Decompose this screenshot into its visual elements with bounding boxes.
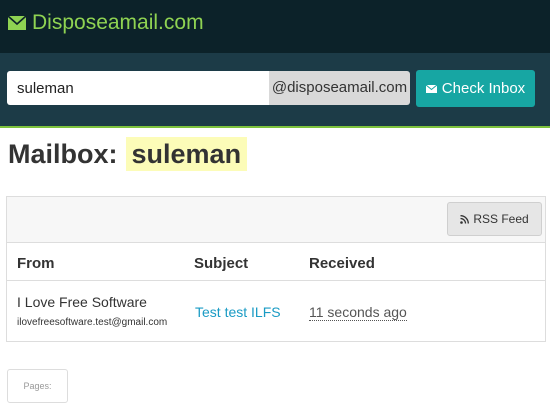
top-navbar: Disposeamail.com <box>0 0 550 53</box>
rss-feed-label: RSS Feed <box>473 212 529 226</box>
column-header-from: From <box>17 255 55 272</box>
inbox-panel: RSS Feed From Subject Received I Love Fr… <box>6 196 546 342</box>
column-header-received: Received <box>309 255 375 272</box>
page-title: Mailbox: suleman <box>8 136 248 172</box>
brand-name: Disposeamail.com <box>32 11 204 34</box>
rss-feed-button[interactable]: RSS Feed <box>447 202 542 236</box>
rss-icon <box>460 214 470 224</box>
column-header-subject: Subject <box>194 255 249 272</box>
check-inbox-label: Check Inbox <box>441 80 526 97</box>
pagination: Pages: <box>7 369 68 403</box>
domain-suffix: @disposeamail.com <box>269 71 410 105</box>
message-subject-link[interactable]: Test test ILFS <box>195 304 281 320</box>
envelope-icon <box>425 84 437 93</box>
check-inbox-button[interactable]: Check Inbox <box>416 70 535 107</box>
header-divider <box>7 280 545 281</box>
brand-link[interactable]: Disposeamail.com <box>8 10 204 36</box>
sender-name: I Love Free Software <box>17 294 147 310</box>
mailbox-title-prefix: Mailbox: <box>8 139 118 169</box>
sender-email: ilovefreesoftware.test@gmail.com <box>17 317 168 328</box>
received-time: 11 seconds ago <box>309 304 407 321</box>
panel-header: RSS Feed <box>7 197 545 243</box>
envelope-icon <box>8 16 26 30</box>
username-input[interactable] <box>7 71 269 105</box>
mailbox-name: suleman <box>125 137 248 171</box>
